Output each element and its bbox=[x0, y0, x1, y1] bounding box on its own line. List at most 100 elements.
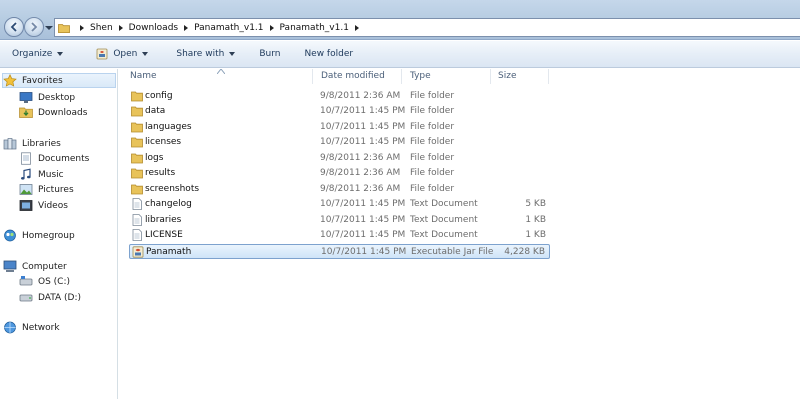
nav-homegroup[interactable]: Homegroup bbox=[3, 228, 75, 243]
nav-computer-label: Computer bbox=[22, 261, 67, 272]
homegroup-icon bbox=[4, 229, 16, 242]
file-name: Panamath bbox=[146, 247, 192, 257]
nav-music[interactable]: Music bbox=[19, 167, 64, 182]
column-header-name[interactable]: Name bbox=[119, 69, 313, 84]
chevron-down-icon bbox=[142, 52, 149, 56]
folder-icon bbox=[131, 91, 143, 102]
file-date: 10/7/2011 1:45 PM bbox=[321, 247, 407, 257]
file-row-languages[interactable]: languages 10/7/2011 1:45 PM File folder bbox=[129, 120, 550, 135]
nav-network[interactable]: Network bbox=[3, 320, 60, 335]
nav-documents[interactable]: Documents bbox=[19, 151, 89, 166]
file-name: changelog bbox=[145, 199, 192, 209]
nav-drive-c[interactable]: OS (C:) bbox=[19, 274, 70, 289]
new-folder-button[interactable]: New folder bbox=[298, 41, 359, 67]
text-document-icon bbox=[132, 198, 142, 210]
nav-computer[interactable]: Computer bbox=[3, 259, 67, 274]
breadcrumb-separator-icon[interactable] bbox=[117, 24, 125, 32]
file-name: config bbox=[145, 91, 173, 101]
file-size: 5 KB bbox=[525, 199, 546, 209]
file-row-config[interactable]: config 9/8/2011 2:36 AM File folder bbox=[129, 89, 550, 104]
file-type: File folder bbox=[410, 168, 455, 178]
file-date: 10/7/2011 1:45 PM bbox=[320, 106, 406, 116]
file-row-logs[interactable]: logs 9/8/2011 2:36 AM File folder bbox=[129, 151, 550, 166]
nav-downloads[interactable]: Downloads bbox=[19, 105, 87, 120]
chevron-down-icon bbox=[57, 52, 64, 56]
file-name: licenses bbox=[145, 137, 182, 147]
jar-file-icon bbox=[132, 246, 144, 258]
sort-ascending-icon bbox=[217, 69, 225, 74]
nav-desktop-label: Desktop bbox=[38, 92, 76, 103]
nav-pictures[interactable]: Pictures bbox=[19, 182, 74, 197]
file-row-data[interactable]: data 10/7/2011 1:45 PM File folder bbox=[129, 104, 550, 119]
nav-videos[interactable]: Videos bbox=[19, 198, 68, 213]
file-size: 1 KB bbox=[525, 215, 546, 225]
file-date: 9/8/2011 2:36 AM bbox=[320, 168, 401, 178]
file-row-licenses[interactable]: licenses 10/7/2011 1:45 PM File folder bbox=[129, 135, 550, 150]
file-size: 1 KB bbox=[525, 230, 546, 240]
file-row-changelog[interactable]: changelog 10/7/2011 1:45 PM Text Documen… bbox=[129, 197, 550, 212]
text-document-icon bbox=[132, 214, 142, 226]
organize-button[interactable]: Organize bbox=[6, 41, 69, 67]
breadcrumb-item-shen[interactable]: Shen bbox=[90, 23, 113, 33]
chevron-down-icon bbox=[229, 52, 236, 56]
file-list: Name Date modified Type Size config 9/8/… bbox=[119, 69, 800, 399]
breadcrumb-separator-icon[interactable] bbox=[182, 24, 190, 32]
column-header-type[interactable]: Type bbox=[402, 69, 491, 84]
address-bar-region: Shen Downloads Panamath_v1.1 Panamath_v1… bbox=[0, 0, 800, 40]
breadcrumb-item-panamath-parent[interactable]: Panamath_v1.1 bbox=[194, 23, 263, 33]
nav-drive-c-label: OS (C:) bbox=[38, 276, 70, 287]
file-row-license[interactable]: LICENSE 10/7/2011 1:45 PM Text Document … bbox=[129, 228, 550, 243]
column-header-size[interactable]: Size bbox=[491, 69, 549, 84]
breadcrumb-item-downloads[interactable]: Downloads bbox=[129, 23, 178, 33]
file-date: 9/8/2011 2:36 AM bbox=[320, 184, 401, 194]
file-name: results bbox=[145, 168, 176, 178]
new-folder-label: New folder bbox=[304, 49, 354, 59]
file-name: languages bbox=[145, 122, 192, 132]
burn-button[interactable]: Burn bbox=[253, 41, 286, 67]
hard-drive-icon bbox=[19, 294, 33, 302]
breadcrumb-separator-icon[interactable] bbox=[353, 24, 361, 32]
folder-icon bbox=[131, 153, 143, 164]
nav-drive-d[interactable]: DATA (D:) bbox=[19, 290, 81, 305]
folder-icon bbox=[131, 168, 143, 179]
file-name: LICENSE bbox=[145, 230, 183, 240]
file-row-screenshots[interactable]: screenshots 9/8/2011 2:36 AM File folder bbox=[129, 182, 550, 197]
file-type: Executable Jar File bbox=[411, 247, 494, 257]
documents-icon bbox=[21, 152, 31, 165]
nav-libraries[interactable]: Libraries bbox=[3, 136, 61, 151]
file-type: File folder bbox=[410, 91, 455, 101]
burn-label: Burn bbox=[259, 49, 281, 59]
nav-favorites[interactable]: Favorites bbox=[2, 73, 116, 88]
file-type: Text Document bbox=[410, 199, 478, 209]
nav-music-label: Music bbox=[38, 169, 64, 180]
breadcrumb[interactable]: Shen Downloads Panamath_v1.1 Panamath_v1… bbox=[54, 18, 800, 37]
file-row-results[interactable]: results 9/8/2011 2:36 AM File folder bbox=[129, 166, 550, 181]
column-header-date-modified[interactable]: Date modified bbox=[313, 69, 402, 84]
command-bar: Organize Open Share with Burn New folder bbox=[0, 41, 800, 68]
share-with-button[interactable]: Share with bbox=[170, 41, 241, 67]
share-with-label: Share with bbox=[176, 49, 225, 59]
file-date: 10/7/2011 1:45 PM bbox=[320, 230, 406, 240]
nav-documents-label: Documents bbox=[38, 153, 90, 164]
nav-desktop[interactable]: Desktop bbox=[19, 90, 75, 105]
folder-icon bbox=[131, 137, 143, 148]
file-type: Text Document bbox=[410, 230, 478, 240]
recent-pages-dropdown-icon[interactable] bbox=[45, 25, 53, 31]
back-button[interactable] bbox=[4, 17, 24, 37]
open-button[interactable]: Open bbox=[89, 41, 154, 67]
nav-favorites-label: Favorites bbox=[22, 75, 63, 86]
forward-button[interactable] bbox=[24, 17, 44, 37]
file-row-panamath[interactable]: Panamath 10/7/2011 1:45 PM Executable Ja… bbox=[129, 244, 550, 259]
file-type: File folder bbox=[410, 106, 455, 116]
breadcrumb-item-panamath-current[interactable]: Panamath_v1.1 bbox=[280, 23, 349, 33]
organize-label: Organize bbox=[12, 49, 53, 59]
file-name: screenshots bbox=[145, 184, 200, 194]
breadcrumb-separator-icon[interactable] bbox=[78, 24, 86, 32]
file-row-libraries[interactable]: libraries 10/7/2011 1:45 PM Text Documen… bbox=[129, 213, 550, 228]
breadcrumb-separator-icon[interactable] bbox=[268, 24, 276, 32]
open-label: Open bbox=[113, 49, 138, 59]
file-size: 4,228 KB bbox=[504, 247, 545, 257]
desktop-icon bbox=[19, 92, 33, 103]
file-date: 9/8/2011 2:36 AM bbox=[320, 91, 401, 101]
nav-drive-d-label: DATA (D:) bbox=[38, 292, 82, 303]
